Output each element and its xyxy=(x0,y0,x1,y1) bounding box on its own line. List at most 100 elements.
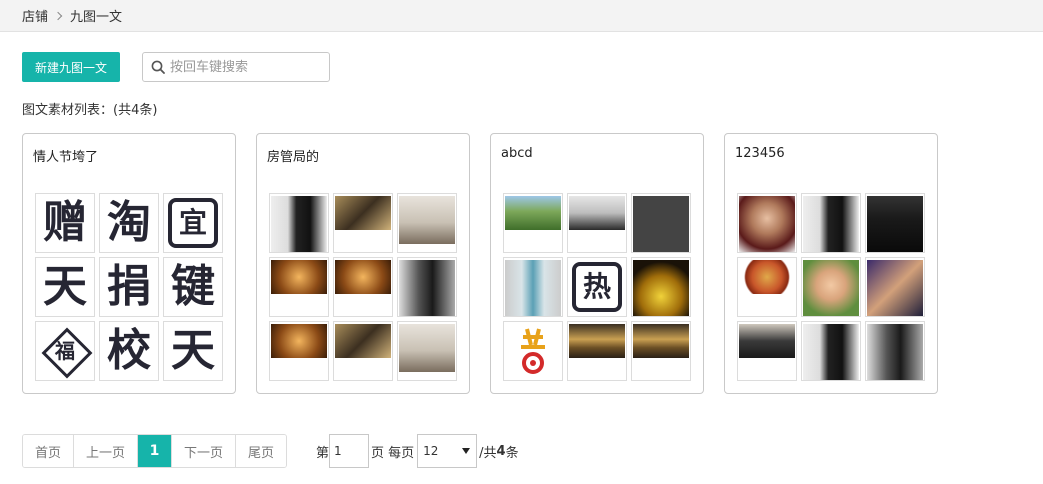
photo xyxy=(803,260,859,316)
thumbnail xyxy=(865,321,925,381)
glyph-image: 天 xyxy=(171,325,215,376)
logo-icon xyxy=(521,328,545,374)
thumbnail: 福 xyxy=(35,321,95,381)
post-card-title: 房管局的 xyxy=(267,150,320,165)
per-page-select[interactable]: 12 xyxy=(417,434,478,468)
thumbnail xyxy=(333,257,393,317)
first-page-button[interactable]: 首页 xyxy=(23,435,75,467)
post-card-title: 123456 xyxy=(735,146,785,161)
thumbnail xyxy=(503,257,563,317)
post-card-title: abcd xyxy=(501,146,533,161)
glyph-image: 校 xyxy=(107,325,151,376)
glyph-image: 天 xyxy=(43,261,87,312)
portrait-photo xyxy=(399,260,455,316)
photo xyxy=(739,260,795,294)
thumbnail: 天 xyxy=(163,321,223,381)
thumbnail xyxy=(865,193,925,253)
glyph-image: 淘 xyxy=(107,197,151,248)
breadcrumb-bar: 店铺 九图一文 xyxy=(0,0,1043,32)
post-card-2[interactable]: 房管局的 xyxy=(256,133,470,394)
photo xyxy=(505,196,561,230)
thumbnail xyxy=(567,193,627,253)
glyph-image: 捐 xyxy=(107,261,151,312)
next-page-button[interactable]: 下一页 xyxy=(172,435,237,467)
thumbnail xyxy=(801,193,861,253)
thumbnail-grid: 热 xyxy=(503,193,691,381)
photo xyxy=(271,260,327,294)
thumbnail-grid: 赠 淘 宜 天 捐 键 福 校 天 xyxy=(35,193,223,381)
post-card-3[interactable]: abcd 热 xyxy=(490,133,704,394)
per-page-value: 12 xyxy=(423,444,439,458)
thumbnail: 宜 xyxy=(163,193,223,253)
page-1-button[interactable]: 1 xyxy=(138,435,173,467)
glyph-image: 宜 xyxy=(178,206,207,239)
photo xyxy=(633,260,689,316)
search-input[interactable] xyxy=(170,54,320,80)
thumbnail xyxy=(801,321,861,381)
portrait-photo xyxy=(803,324,859,380)
breadcrumb-current: 九图一文 xyxy=(70,10,123,25)
list-title: 图文素材列表：(共4条) xyxy=(22,103,158,118)
glyph-image: 键 xyxy=(171,261,215,312)
post-card-4[interactable]: 123456 xyxy=(724,133,938,394)
thumbnail: 校 xyxy=(99,321,159,381)
photo xyxy=(399,196,455,244)
thumbnail xyxy=(567,321,627,381)
thumbnail: 键 xyxy=(163,257,223,317)
thumbnail: 赠 xyxy=(35,193,95,253)
post-card-1[interactable]: 情人节垮了 赠 淘 宜 天 捐 键 福 校 天 xyxy=(22,133,236,394)
search-icon xyxy=(151,60,165,74)
thumbnail xyxy=(631,257,691,317)
photo xyxy=(569,196,625,230)
thumbnail xyxy=(737,193,797,253)
thumbnail xyxy=(631,193,691,253)
portrait-photo xyxy=(867,324,923,380)
chevron-right-icon xyxy=(53,11,63,20)
photo xyxy=(633,324,689,358)
thumbnail xyxy=(737,257,797,317)
thumbnail: 淘 xyxy=(99,193,159,253)
thumbnail: 捐 xyxy=(99,257,159,317)
photo xyxy=(335,196,391,230)
total-count: 4 xyxy=(496,443,506,459)
thumbnail xyxy=(333,321,393,381)
thumbnail xyxy=(865,257,925,317)
thumbnail xyxy=(397,193,457,253)
photo xyxy=(569,324,625,358)
new-post-button[interactable]: 新建九图一文 xyxy=(22,52,120,82)
thumbnail: 天 xyxy=(35,257,95,317)
portrait-photo xyxy=(271,196,327,252)
portrait-photo xyxy=(803,196,859,252)
photo xyxy=(271,324,327,358)
glyph-image: 福 xyxy=(55,339,75,363)
thumbnail xyxy=(333,193,393,253)
glyph-image: 赠 xyxy=(43,197,87,248)
screenshot-photo xyxy=(633,196,689,252)
thumbnail xyxy=(631,321,691,381)
thumbnail xyxy=(801,257,861,317)
prev-page-button[interactable]: 上一页 xyxy=(74,435,139,467)
photo xyxy=(335,324,391,358)
search-box[interactable] xyxy=(142,52,330,82)
thumbnail xyxy=(737,321,797,381)
last-page-button[interactable]: 尾页 xyxy=(236,435,287,467)
thumbnail-grid xyxy=(737,193,925,381)
portrait-photo xyxy=(867,196,923,252)
thumbnail xyxy=(397,257,457,317)
photo xyxy=(505,260,561,316)
pagination: 首页 上一页 1 下一页 尾页 xyxy=(22,434,288,468)
thumbnail xyxy=(269,257,329,317)
thumbnail xyxy=(503,193,563,253)
thumbnail xyxy=(269,321,329,381)
page-prefix-label: 第 xyxy=(316,445,330,461)
total-prefix-label: /共 xyxy=(479,445,497,461)
total-suffix-label: 条 xyxy=(505,445,519,461)
breadcrumb-root[interactable]: 店铺 xyxy=(22,6,48,25)
photo xyxy=(399,324,455,372)
thumbnail xyxy=(503,321,563,381)
photo xyxy=(739,324,795,358)
page-jump: 第 页 每页 12 /共 4 条 xyxy=(316,434,519,468)
page-number-input[interactable] xyxy=(329,434,370,468)
glyph-image: 热 xyxy=(582,270,611,303)
photo xyxy=(867,260,923,316)
